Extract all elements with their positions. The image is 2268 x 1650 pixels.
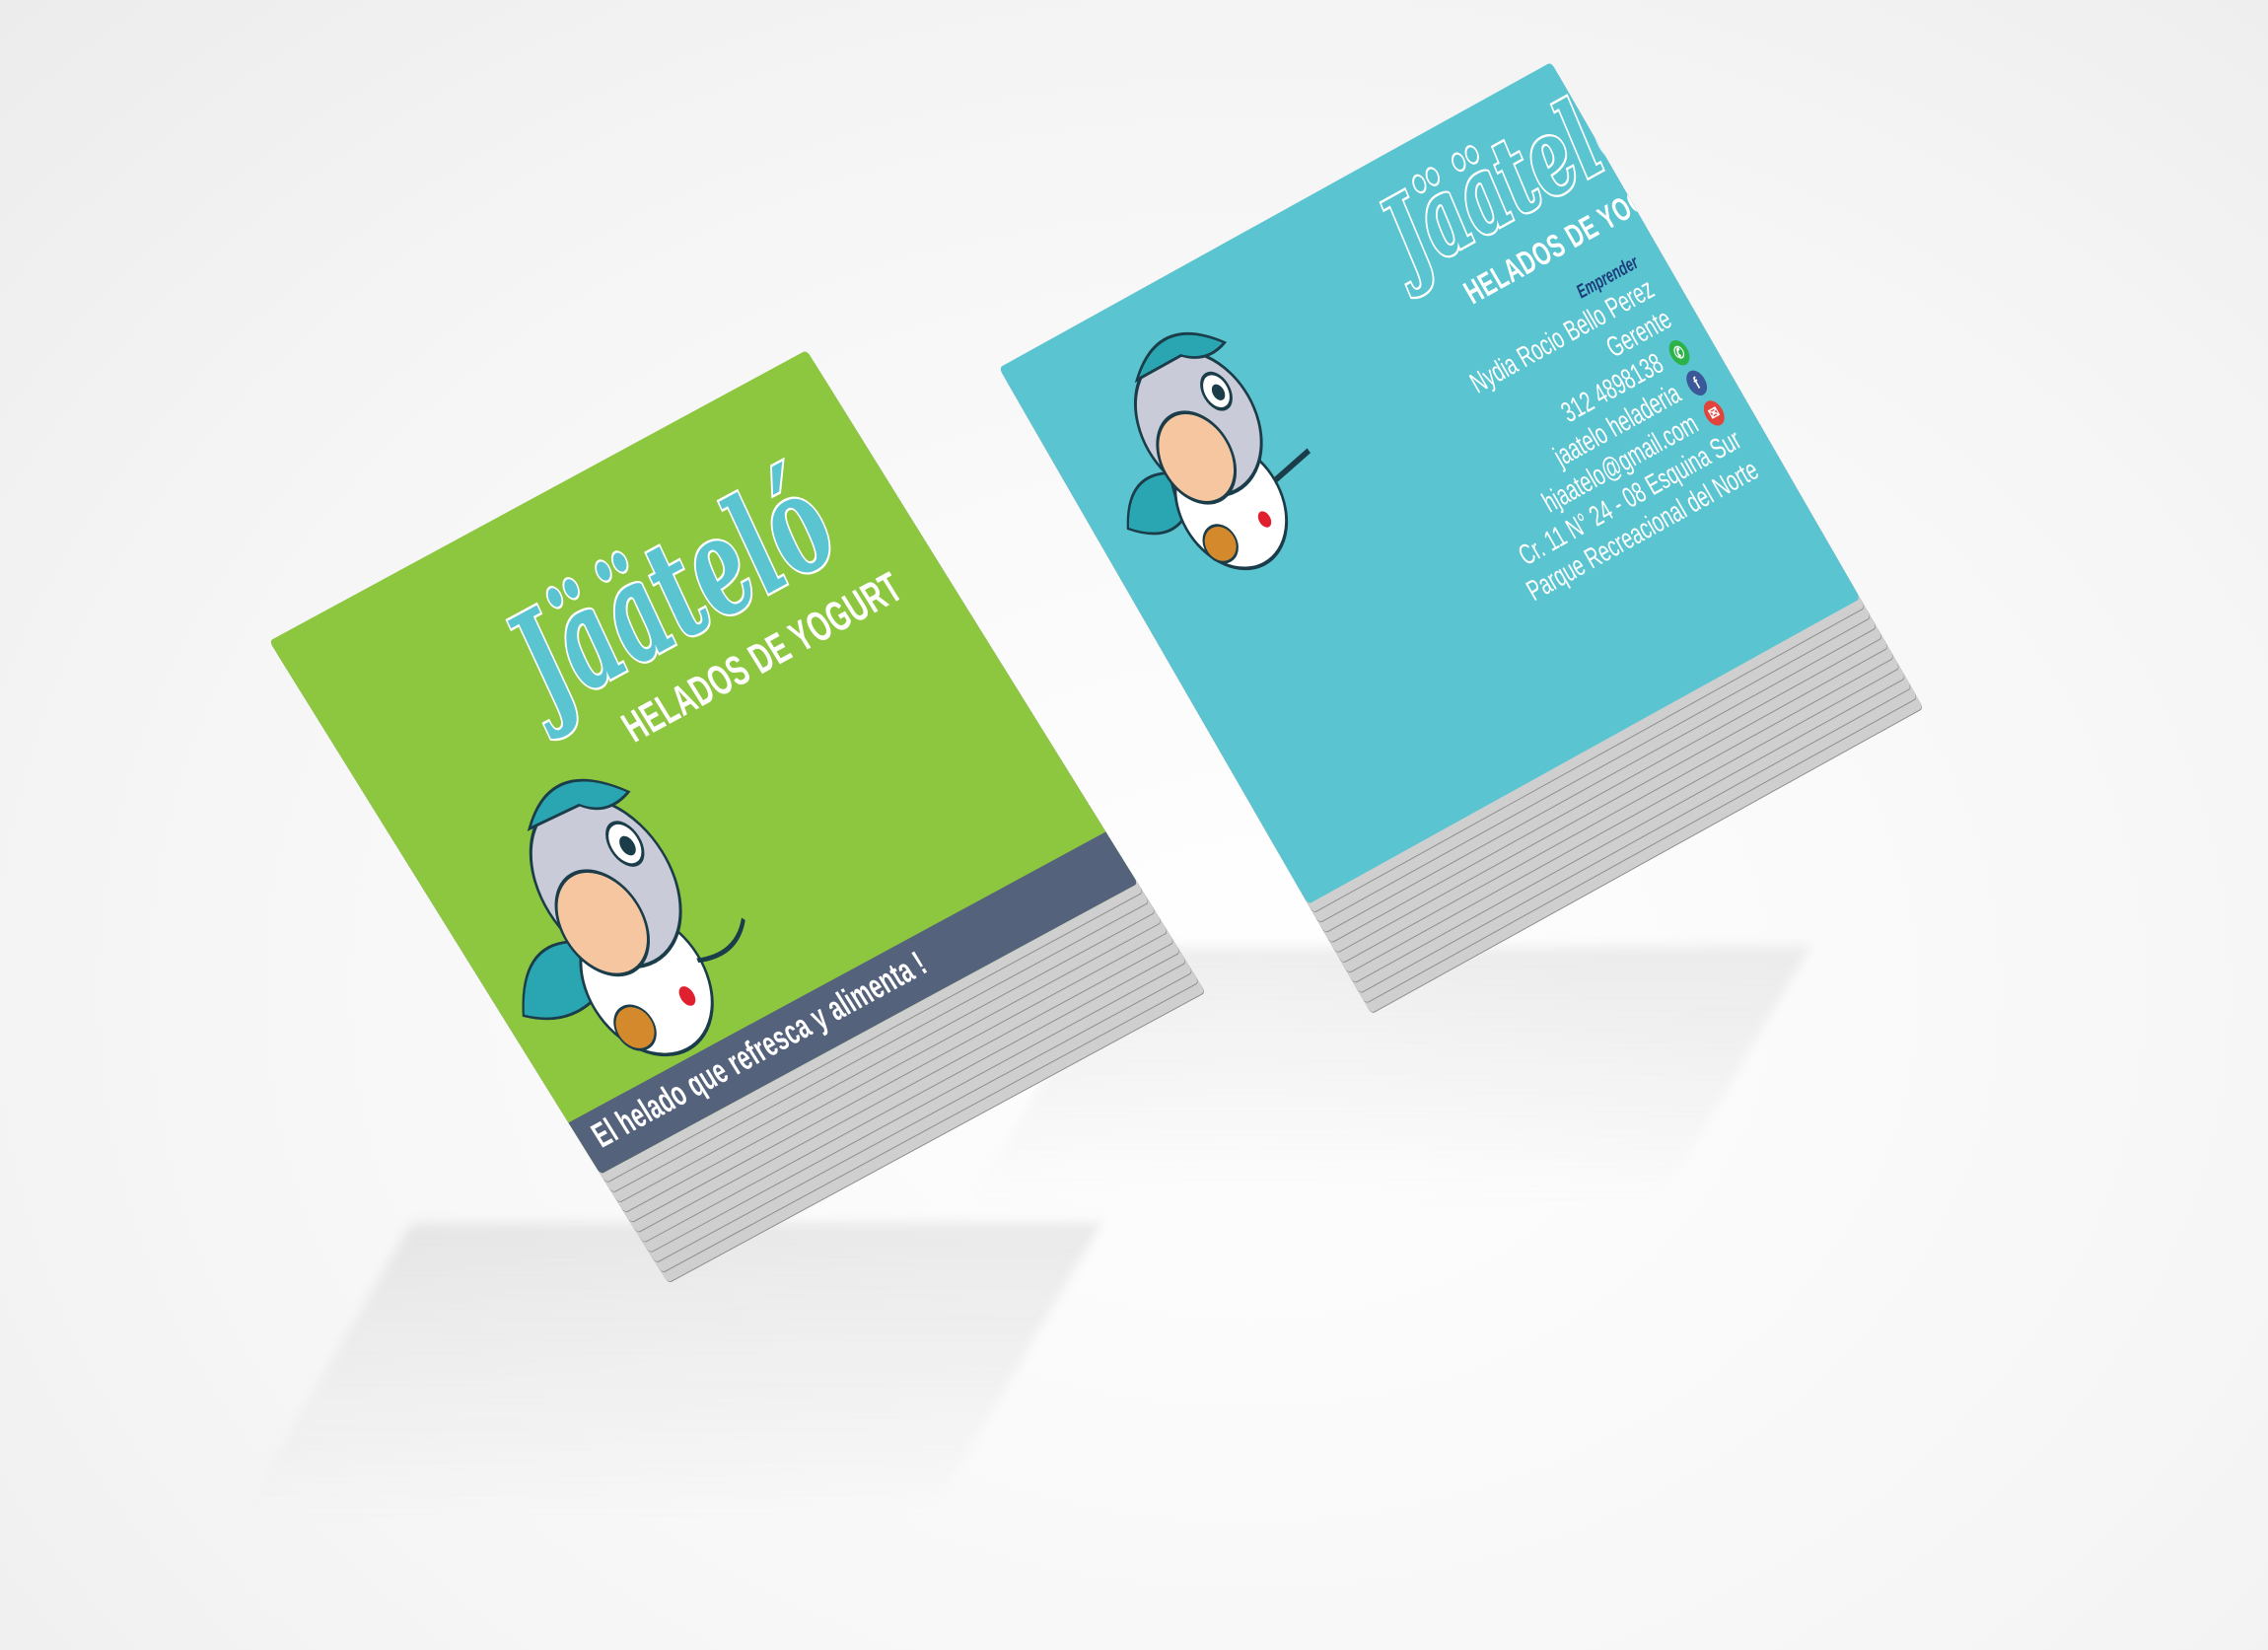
contact-info: Emprender Nydia Rocio Bello Perez Gerent… (1404, 251, 1765, 610)
mail-icon: ✉ (1699, 396, 1730, 430)
facebook-icon: f (1681, 367, 1712, 399)
green-card-stack: Jääteló HELADOS DE YOGURT El helado que … (269, 350, 1206, 1283)
whatsapp-icon: ✆ (1665, 336, 1694, 369)
business-cards-mockup: Jääteló HELADOS DE YOGURT Emprender Nydi… (0, 0, 2268, 1650)
blue-card-stack: Jääteló HELADOS DE YOGURT Emprender Nydi… (999, 62, 1924, 1014)
cow-mascot-illustration (1126, 332, 1311, 571)
